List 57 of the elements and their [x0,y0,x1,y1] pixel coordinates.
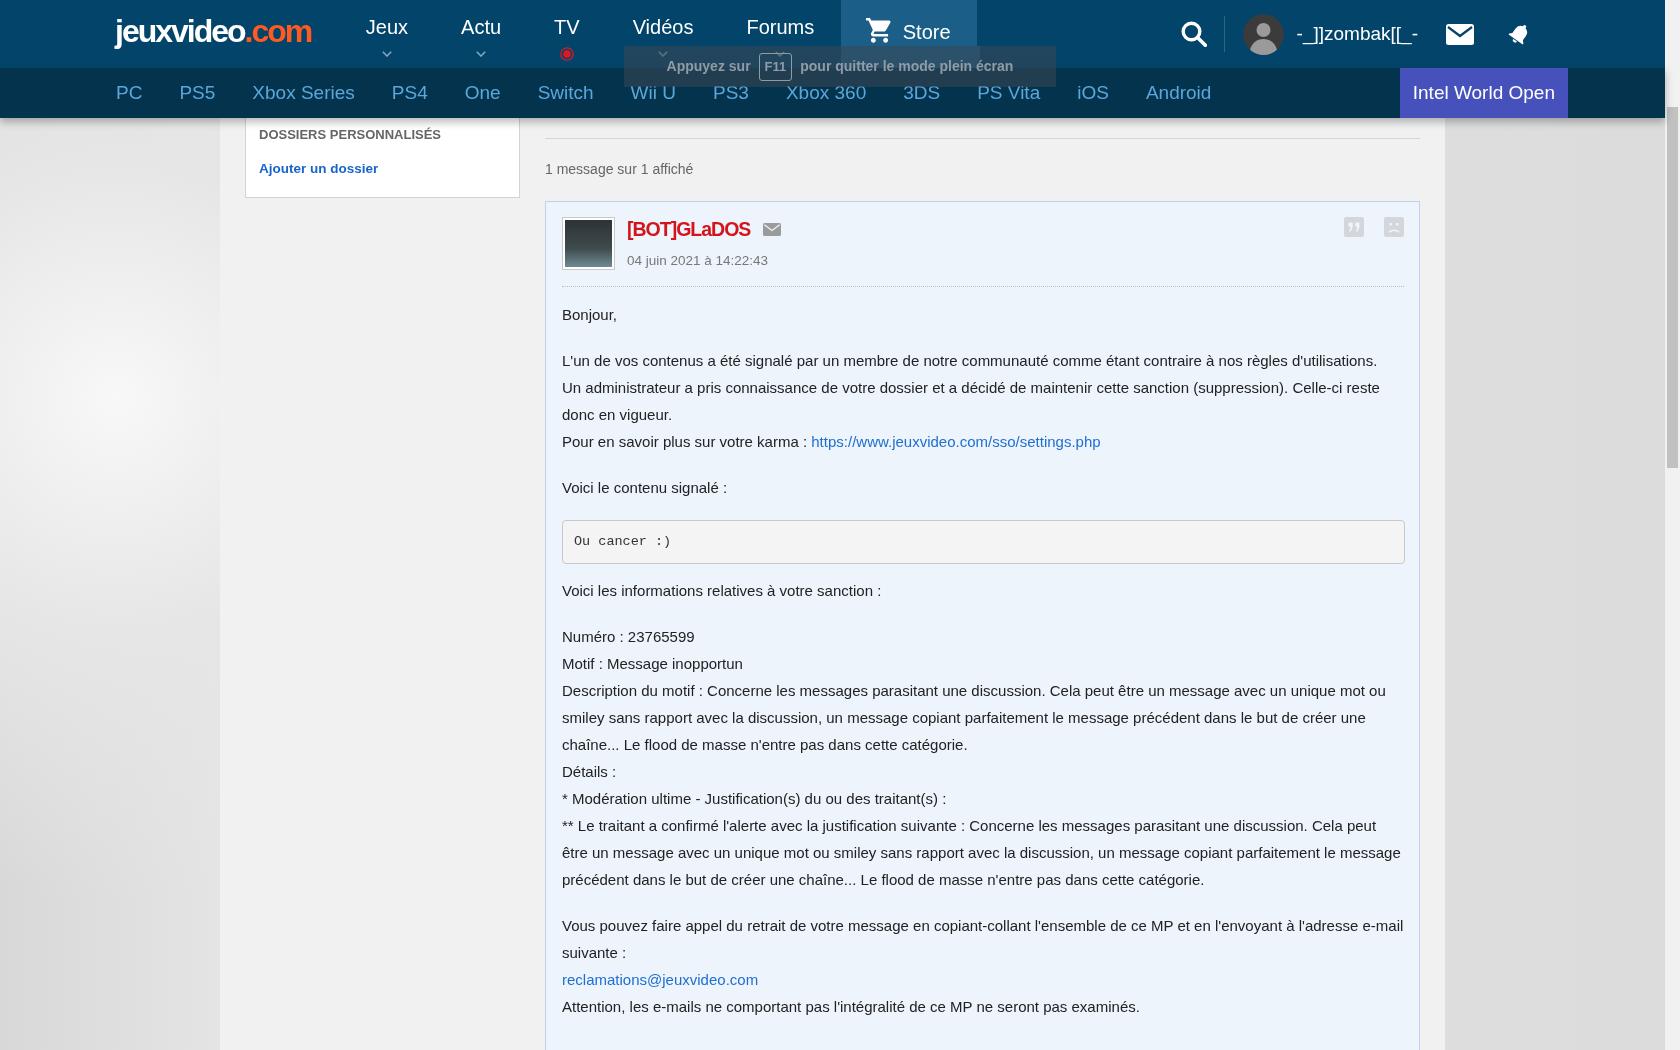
cart-icon [865,18,893,44]
username-link[interactable]: -_]]zombak[[_- [1296,19,1418,49]
message-text: Bonjour, [562,305,619,325]
message-text: Attention, les e-mails ne comportant pas l'intégralité de ce MP ne seront pas examinés. [562,997,1141,1017]
platform-link[interactable]: Xbox Series [252,78,355,108]
message-text: Motif : Message inopportun [562,654,744,674]
message-text: L'un de vos contenus a été signalé par un membre de notre communauté comme étant contraire à nos règles d'utilisations. [562,351,1379,371]
message-text: Voici le contenu signalé : [562,478,729,498]
message-text: Voici les informations relatives à votre sanction : [562,581,883,601]
envelope-icon[interactable] [763,222,782,236]
message-text: Description du motif : Concerne les messages parasitant une discussion. Cela peut être un message avec un unique mot ou smiley sans rapport avec la discussion, un message copiant parfaitement le message précédent dans le but de créer une chaîne... Le flood de masse n'entre pas dans cette catégorie. [562,681,1387,755]
platform-link[interactable]: One [464,78,501,108]
store-link[interactable]: Store [840,0,977,46]
mail-icon[interactable] [1446,23,1474,45]
message-text: Numéro : 23765599 [562,627,696,647]
avatar[interactable] [1242,13,1284,55]
nav-link[interactable]: Jeux [365,15,409,39]
logo[interactable]: jeuxvideo.com [115,15,312,47]
code-block: Ou cancer :) [562,520,1405,564]
message-text: Un administrateur a pris connaissance de votre dossier et a décidé de maintenir cette sanction (suppression). Celle-ci reste donc en vigueur. [562,378,1381,425]
message-link[interactable]: https://www.jeuxvideo.com/sso/settings.php [811,433,1101,450]
email-link[interactable]: reclamations@jeuxvideo.com [562,971,759,988]
author-name[interactable]: [BOT]GLaDOS [627,217,751,241]
platform-link[interactable]: Wii U [630,78,676,108]
live-dot-icon [559,47,574,61]
message-text: * Modération ultime - Justification(s) du ou des traitant(s) : [562,789,948,809]
platform-link[interactable]: Android [1145,78,1212,108]
platform-link[interactable]: 3DS [903,78,941,108]
nav-link[interactable]: Vidéos [632,15,694,39]
message-text: Vous pouvez faire appel du retrait de votre message en copiant-collant l'ensemble de ce MP et en l'envoyant à l'adresse e-mail suivante : [562,916,1405,963]
platform-link[interactable]: PS Vita [977,78,1041,108]
section-title: DOSSIERS PERSONNALISÉS [259,126,443,144]
nav-link[interactable]: Actu [461,15,502,39]
platform-link[interactable]: iOS [1077,78,1109,108]
message-text: Pour en savoir plus sur votre karma : https://www.jeuxvideo.com/sso/settings.php [562,432,1102,452]
platform-link[interactable]: Switch [537,78,594,108]
platform-link[interactable]: PS5 [179,78,216,108]
platform-link[interactable]: PS3 [713,78,749,108]
key-cap: F11 [758,52,793,81]
avatar-photo-placeholder [562,217,615,270]
nav-link[interactable]: TV [554,15,580,39]
search-icon[interactable] [1180,21,1207,47]
add-folder-link[interactable]: Ajouter un dossier [259,160,379,178]
chevron-down-icon[interactable] [476,51,487,57]
message-count: 1 message sur 1 affiché [545,160,695,179]
message-text: ** Le traitant a confirmé l'alerte avec la justification suivante : Concerne les messages parasitant une discussion. Cela peut être un message avec un unique mot ou smiley sans rapport avec la discussion, un message copiant parfaitement le message précédent dans le but de créer une chaîne... Le flood de masse n'entre pas dans cette catégorie. [562,816,1402,890]
platform-link[interactable]: PC [116,78,143,108]
nav-link[interactable]: Forums [746,15,815,39]
notice-text: Appuyez sur [666,57,751,76]
scrollbar-thumb[interactable] [1667,107,1678,468]
platform-link[interactable]: PS4 [391,78,428,108]
post-date: 04 juin 2021 à 14:22:43 [627,252,770,270]
chevron-down-icon[interactable] [381,51,392,57]
platform-link[interactable]: Xbox 360 [785,78,867,108]
message-text: Détails : [562,762,618,782]
promo-link[interactable]: Intel World Open [1399,68,1568,118]
notice-text: pour quitter le mode plein écran [800,57,1014,76]
